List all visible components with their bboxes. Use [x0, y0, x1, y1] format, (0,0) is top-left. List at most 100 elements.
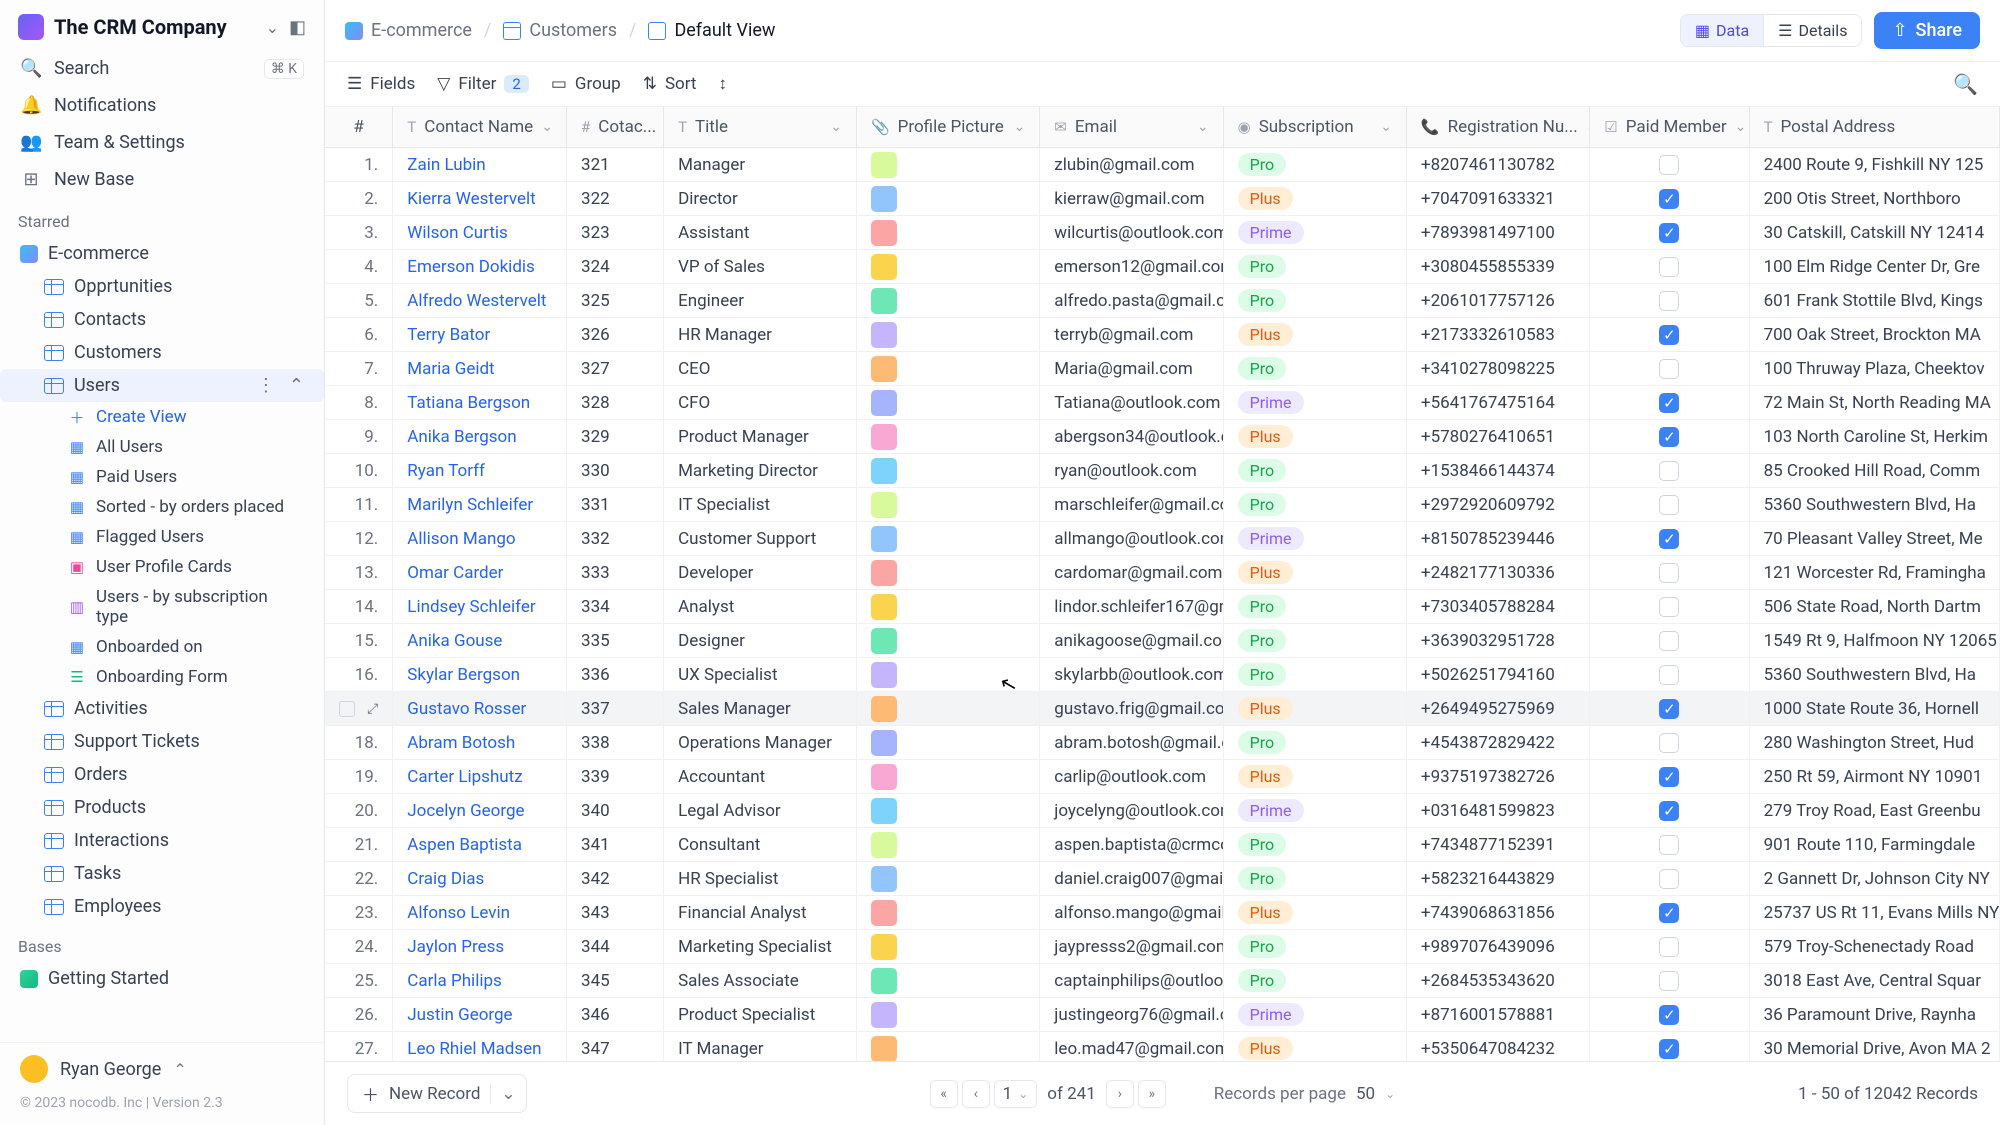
cell-postal-address[interactable]: 2 Gannett Dr, Johnson City NY	[1750, 862, 2000, 895]
table-row[interactable]: ⤢19.Carter Lipshutz339Accountantcarlip@o…	[325, 760, 2000, 794]
cell-profile-picture[interactable]	[857, 250, 1040, 283]
cell-profile-picture[interactable]	[857, 896, 1040, 929]
cell-subscription[interactable]: Pro	[1224, 488, 1407, 521]
cell-contact-name[interactable]: Jaylon Press	[393, 930, 567, 963]
cell-cotac[interactable]: 342	[567, 862, 664, 895]
cell-contact-name[interactable]: Tatiana Bergson	[393, 386, 567, 419]
cell-contact-name[interactable]: Marilyn Schleifer	[393, 488, 567, 521]
cell-title[interactable]: CEO	[664, 352, 857, 385]
cell-cotac[interactable]: 330	[567, 454, 664, 487]
sidebar-table-tasks[interactable]: Tasks	[0, 857, 324, 890]
chevron-down-icon[interactable]: ⌄	[1735, 119, 1747, 135]
cell-title[interactable]: IT Specialist	[664, 488, 857, 521]
paid-checkbox[interactable]: ✓	[1659, 699, 1679, 719]
table-row[interactable]: ⤢15.Anika Gouse335Designeranikagoose@gma…	[325, 624, 2000, 658]
sidebar-search[interactable]: 🔍 Search ⌘ K	[0, 50, 324, 87]
paid-checkbox[interactable]	[1659, 733, 1679, 753]
cell-paid-member[interactable]	[1590, 726, 1749, 759]
breadcrumb-table[interactable]: Customers	[503, 20, 617, 41]
row-index-cell[interactable]: ⤢23.	[325, 896, 393, 929]
chevron-down-icon[interactable]: ⌄	[830, 119, 842, 135]
cell-title[interactable]: HR Specialist	[664, 862, 857, 895]
sidebar-view-onboarding-form[interactable]: ☰Onboarding Form	[0, 662, 324, 692]
cell-cotac[interactable]: 324	[567, 250, 664, 283]
cell-cotac[interactable]: 321	[567, 148, 664, 181]
cell-subscription[interactable]: Plus	[1224, 556, 1407, 589]
cell-subscription[interactable]: Plus	[1224, 760, 1407, 793]
sidebar-collapse-icon[interactable]: ◧	[289, 17, 306, 38]
cell-postal-address[interactable]: 1549 Rt 9, Halfmoon NY 12065	[1750, 624, 2000, 657]
cell-postal-address[interactable]: 601 Frank Stottile Blvd, Kings	[1750, 284, 2000, 317]
cell-postal-address[interactable]: 36 Paramount Drive, Raynha	[1750, 998, 2000, 1031]
row-index-cell[interactable]: ⤢17.	[325, 692, 393, 725]
paid-checkbox[interactable]	[1659, 359, 1679, 379]
cell-postal-address[interactable]: 250 Rt 59, Airmont NY 10901	[1750, 760, 2000, 793]
cell-paid-member[interactable]: ✓	[1590, 522, 1749, 555]
cell-paid-member[interactable]: ✓	[1590, 318, 1749, 351]
cell-title[interactable]: Financial Analyst	[664, 896, 857, 929]
paid-checkbox[interactable]: ✓	[1659, 1039, 1679, 1059]
tab-details[interactable]: ☰Details	[1763, 15, 1861, 46]
table-row[interactable]: ⤢2.Kierra Westervelt322Directorkierraw@g…	[325, 182, 2000, 216]
sidebar-view-onboarded[interactable]: ▦Onboarded on	[0, 632, 324, 662]
cell-cotac[interactable]: 328	[567, 386, 664, 419]
cell-paid-member[interactable]	[1590, 148, 1749, 181]
table-row[interactable]: ⤢3.Wilson Curtis323Assistantwilcurtis@ou…	[325, 216, 2000, 250]
cell-paid-member[interactable]: ✓	[1590, 998, 1749, 1031]
cell-subscription[interactable]: Pro	[1224, 964, 1407, 997]
cell-title[interactable]: Analyst	[664, 590, 857, 623]
row-index-cell[interactable]: ⤢6.	[325, 318, 393, 351]
row-index-cell[interactable]: ⤢22.	[325, 862, 393, 895]
cell-paid-member[interactable]: ✓	[1590, 692, 1749, 725]
cell-email[interactable]: ryan@outlook.com	[1040, 454, 1223, 487]
sidebar-table-products[interactable]: Products	[0, 791, 324, 824]
row-index-cell[interactable]: ⤢11.	[325, 488, 393, 521]
column-header-postal-address[interactable]: TPostal Address	[1750, 107, 2000, 147]
row-index-cell[interactable]: ⤢7.	[325, 352, 393, 385]
row-index-cell[interactable]: ⤢5.	[325, 284, 393, 317]
cell-profile-picture[interactable]	[857, 726, 1040, 759]
table-row[interactable]: ⤢10.Ryan Torff330Marketing Directorryan@…	[325, 454, 2000, 488]
cell-registration-number[interactable]: +2482177130336	[1407, 556, 1590, 589]
cell-profile-picture[interactable]	[857, 998, 1040, 1031]
cell-postal-address[interactable]: 5360 Southwestern Blvd, Ha	[1750, 488, 2000, 521]
cell-paid-member[interactable]: ✓	[1590, 794, 1749, 827]
cell-cotac[interactable]: 346	[567, 998, 664, 1031]
sidebar-table-opportunities[interactable]: Opprtunities	[0, 270, 324, 303]
cell-subscription[interactable]: Pro	[1224, 624, 1407, 657]
column-header-contact-name[interactable]: TContact Name⌄	[393, 107, 567, 147]
cell-cotac[interactable]: 329	[567, 420, 664, 453]
cell-postal-address[interactable]: 579 Troy-Schenectady Road	[1750, 930, 2000, 963]
cell-subscription[interactable]: Prime	[1224, 216, 1407, 249]
sidebar-table-interactions[interactable]: Interactions	[0, 824, 324, 857]
cell-profile-picture[interactable]	[857, 420, 1040, 453]
cell-email[interactable]: abergson34@outlook.c...	[1040, 420, 1223, 453]
cell-cotac[interactable]: 340	[567, 794, 664, 827]
cell-contact-name[interactable]: Wilson Curtis	[393, 216, 567, 249]
cell-registration-number[interactable]: +5350647084232	[1407, 1032, 1590, 1061]
cell-email[interactable]: abram.botosh@gmail.c...	[1040, 726, 1223, 759]
cell-postal-address[interactable]: 70 Pleasant Valley Street, Me	[1750, 522, 2000, 555]
cell-contact-name[interactable]: Emerson Dokidis	[393, 250, 567, 283]
sidebar-notifications[interactable]: 🔔 Notifications	[0, 87, 324, 124]
cell-email[interactable]: Maria@gmail.com	[1040, 352, 1223, 385]
cell-email[interactable]: anikagoose@gmail.com	[1040, 624, 1223, 657]
cell-subscription[interactable]: Pro	[1224, 930, 1407, 963]
cell-profile-picture[interactable]	[857, 386, 1040, 419]
cell-registration-number[interactable]: +8150785239446	[1407, 522, 1590, 555]
cell-email[interactable]: jaypresss2@gmail.com	[1040, 930, 1223, 963]
cell-title[interactable]: Developer	[664, 556, 857, 589]
cell-postal-address[interactable]: 30 Catskill, Catskill NY 12414	[1750, 216, 2000, 249]
row-index-cell[interactable]: ⤢18.	[325, 726, 393, 759]
cell-email[interactable]: kierraw@gmail.com	[1040, 182, 1223, 215]
cell-title[interactable]: IT Manager	[664, 1032, 857, 1061]
cell-cotac[interactable]: 338	[567, 726, 664, 759]
sidebar-view-all-users[interactable]: ▦All Users	[0, 432, 324, 462]
paid-checkbox[interactable]: ✓	[1659, 767, 1679, 787]
cell-email[interactable]: Tatiana@outlook.com	[1040, 386, 1223, 419]
cell-cotac[interactable]: 322	[567, 182, 664, 215]
pager-prev-button[interactable]: ‹	[962, 1080, 990, 1108]
cell-contact-name[interactable]: Kierra Westervelt	[393, 182, 567, 215]
paid-checkbox[interactable]: ✓	[1659, 189, 1679, 209]
cell-postal-address[interactable]: 200 Otis Street, Northboro	[1750, 182, 2000, 215]
